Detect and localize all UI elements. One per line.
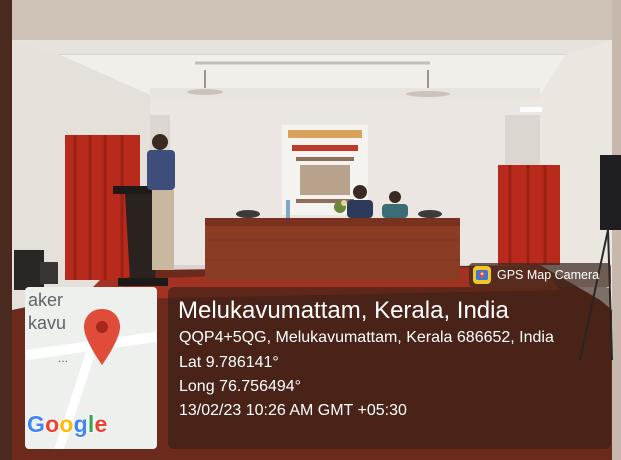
gps-map-camera-badge: GPS Map Camera	[469, 263, 611, 287]
gps-map-camera-icon	[473, 266, 491, 284]
gps-map-camera-label: GPS Map Camera	[497, 268, 600, 282]
location-latitude: Lat 9.786141°	[179, 354, 279, 371]
location-address: QQP4+5QG, Melukavumattam, Kerala 686652,…	[179, 329, 554, 346]
location-info-panel: Melukavumattam, Kerala, India QQP4+5QG, …	[168, 287, 611, 449]
map-thumbnail: aker kavu ... Google	[25, 287, 157, 449]
google-logo-letter: o	[59, 411, 74, 437]
location-title: Melukavumattam, Kerala, India	[178, 297, 509, 324]
google-logo-letter: o	[45, 411, 60, 437]
google-logo-letter: g	[73, 411, 88, 437]
map-ellipsis: ...	[58, 351, 69, 365]
location-longitude: Long 76.756494°	[179, 378, 302, 395]
google-logo-letter: G	[27, 411, 46, 437]
map-pin-icon	[84, 309, 120, 365]
map-place-label: kavu	[28, 313, 67, 333]
google-logo-letter: e	[94, 411, 108, 437]
location-datetime: 13/02/23 10:26 AM GMT +05:30	[179, 402, 407, 419]
map-place-label: aker	[28, 290, 64, 310]
google-logo: Google	[27, 411, 107, 438]
